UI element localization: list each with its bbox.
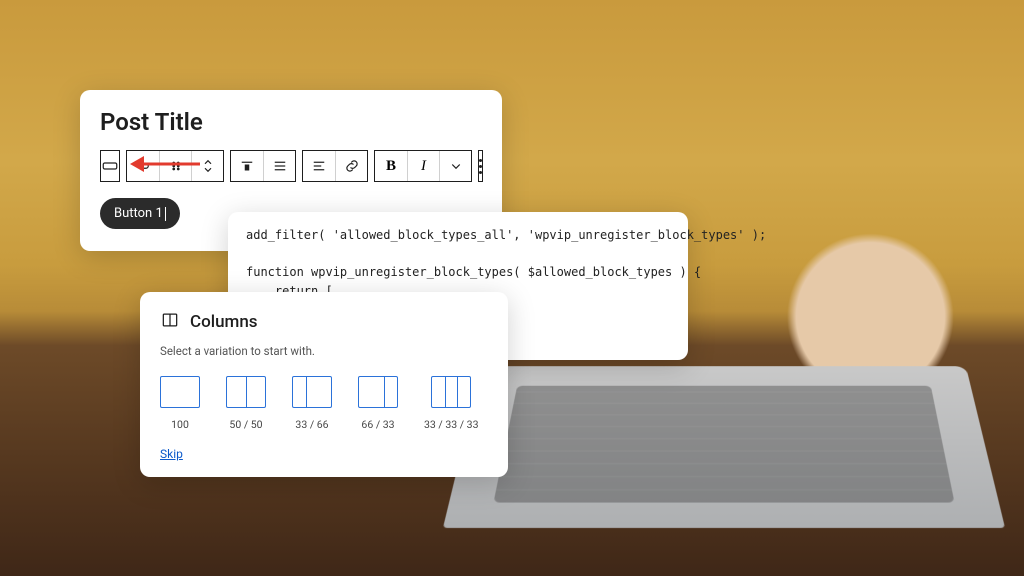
- columns-icon: [160, 310, 180, 334]
- button-block-icon[interactable]: [100, 150, 120, 182]
- drag-handle-icon[interactable]: [159, 151, 191, 181]
- text-caret: [165, 207, 166, 221]
- laptop-photo: [443, 366, 1005, 528]
- columns-variation-0[interactable]: 100: [160, 376, 200, 431]
- columns-variation-label: 100: [171, 418, 189, 431]
- columns-variation-4[interactable]: 33 / 33 / 33: [424, 376, 479, 431]
- columns-variation-3[interactable]: 66 / 33: [358, 376, 398, 431]
- italic-button[interactable]: I: [407, 151, 439, 181]
- more-options-button[interactable]: [478, 150, 483, 182]
- transform-button[interactable]: [127, 151, 159, 181]
- columns-variation-1[interactable]: 50 / 50: [226, 376, 266, 431]
- more-rich-text-button[interactable]: [439, 151, 471, 181]
- post-title[interactable]: Post Title: [100, 108, 482, 136]
- move-up-down-icon[interactable]: [191, 151, 223, 181]
- bold-button[interactable]: B: [375, 151, 407, 181]
- skip-link[interactable]: Skip: [160, 447, 488, 461]
- columns-variation-label: 33 / 66: [295, 418, 328, 431]
- columns-variation-preview: [160, 376, 200, 408]
- columns-title: Columns: [190, 312, 258, 332]
- link-button[interactable]: [335, 151, 367, 181]
- block-toolbar: B I: [100, 150, 482, 182]
- justify-button[interactable]: [263, 151, 295, 181]
- columns-variation-label: 66 / 33: [361, 418, 394, 431]
- text-align-button[interactable]: [303, 151, 335, 181]
- columns-variation-preview: [358, 376, 398, 408]
- columns-variation-preview: [292, 376, 332, 408]
- columns-variation-preview: [226, 376, 266, 408]
- columns-hint: Select a variation to start with.: [160, 344, 488, 358]
- button-block[interactable]: Button 1: [100, 198, 180, 229]
- columns-variation-label: 33 / 33 / 33: [424, 418, 479, 431]
- columns-placeholder-card: Columns Select a variation to start with…: [140, 292, 508, 477]
- button-block-label: Button 1: [114, 206, 163, 221]
- columns-variation-2[interactable]: 33 / 66: [292, 376, 332, 431]
- columns-variation-row: 100 50 / 50 33 / 66 66 / 33 33 / 33 / 33: [160, 376, 488, 431]
- columns-variation-label: 50 / 50: [229, 418, 262, 431]
- align-button[interactable]: [231, 151, 263, 181]
- columns-variation-preview: [431, 376, 471, 408]
